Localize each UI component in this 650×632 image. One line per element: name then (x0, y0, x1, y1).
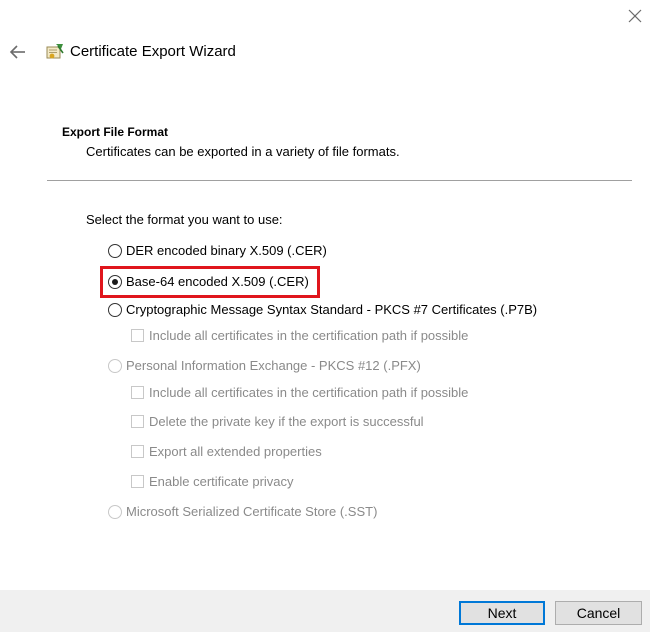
radio-button[interactable] (108, 302, 122, 317)
checkbox-delete-private-key[interactable]: Delete the private key if the export is … (131, 414, 424, 429)
header-divider (47, 180, 632, 181)
window-title: Certificate Export Wizard (70, 43, 236, 60)
checkbox-certificate-privacy[interactable]: Enable certificate privacy (131, 474, 294, 489)
next-button[interactable]: Next (459, 601, 545, 625)
radio-button[interactable] (108, 243, 122, 258)
format-prompt: Select the format you want to use: (86, 212, 283, 227)
option-label: Enable certificate privacy (149, 474, 294, 489)
radio-button[interactable] (108, 358, 122, 373)
option-label: Microsoft Serialized Certificate Store (… (126, 504, 378, 519)
cancel-button[interactable]: Cancel (555, 601, 642, 625)
selection-highlight-box (100, 266, 320, 298)
checkbox[interactable] (131, 415, 144, 428)
option-label: Personal Information Exchange - PKCS #12… (126, 358, 421, 373)
back-arrow-icon[interactable] (8, 42, 28, 62)
checkbox-include-path-pfx[interactable]: Include all certificates in the certific… (131, 385, 468, 400)
option-label: Include all certificates in the certific… (149, 385, 469, 400)
radio-sst[interactable]: Microsoft Serialized Certificate Store (… (108, 504, 377, 519)
radio-der-binary[interactable]: DER encoded binary X.509 (.CER) (108, 243, 327, 258)
option-label: Export all extended properties (149, 444, 322, 459)
radio-button[interactable] (108, 504, 122, 519)
checkbox[interactable] (131, 445, 144, 458)
section-subtitle: Certificates can be exported in a variet… (86, 144, 400, 159)
close-icon[interactable] (625, 6, 645, 26)
button-bar (0, 590, 650, 632)
radio-pfx[interactable]: Personal Information Exchange - PKCS #12… (108, 358, 421, 373)
checkbox-include-path-p7b[interactable]: Include all certificates in the certific… (131, 328, 468, 343)
checkbox[interactable] (131, 386, 144, 399)
radio-pkcs7[interactable]: Cryptographic Message Syntax Standard - … (108, 302, 537, 317)
checkbox[interactable] (131, 475, 144, 488)
checkbox-export-extended[interactable]: Export all extended properties (131, 444, 322, 459)
section-title: Export File Format (62, 125, 169, 139)
option-label: Cryptographic Message Syntax Standard - … (126, 302, 538, 317)
option-label: Delete the private key if the export is … (149, 414, 424, 429)
option-label: Include all certificates in the certific… (149, 328, 469, 343)
certificate-wizard-icon (44, 41, 66, 63)
option-label: DER encoded binary X.509 (.CER) (126, 243, 327, 258)
checkbox[interactable] (131, 329, 144, 342)
